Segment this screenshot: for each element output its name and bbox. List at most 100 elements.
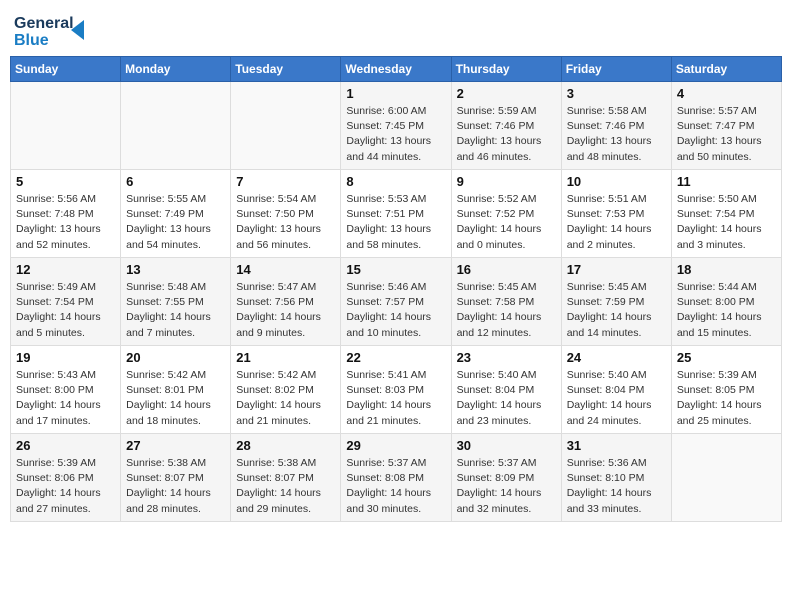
week-row-2: 5Sunrise: 5:56 AM Sunset: 7:48 PM Daylig… <box>11 170 782 258</box>
day-info: Sunrise: 5:38 AM Sunset: 8:07 PM Dayligh… <box>236 456 335 517</box>
calendar-cell: 8Sunrise: 5:53 AM Sunset: 7:51 PM Daylig… <box>341 170 451 258</box>
calendar-cell: 21 Sunrise: 5:42 AM Sunset: 8:02 PM Dayli… <box>231 346 341 434</box>
calendar-cell <box>121 82 231 170</box>
day-number: 30 <box>457 438 556 453</box>
logo: GeneralBlue <box>14 10 89 50</box>
calendar-cell: 31 Sunrise: 5:36 AM Sunset: 8:10 PM Dayli… <box>561 434 671 522</box>
day-number: 12 <box>16 262 115 277</box>
calendar-cell: 18 Sunrise: 5:44 AM Sunset: 8:00 PM Dayli… <box>671 258 781 346</box>
days-header-row: SundayMondayTuesdayWednesdayThursdayFrid… <box>11 57 782 82</box>
day-info: Sunrise: 5:56 AM Sunset: 7:48 PM Dayligh… <box>16 192 115 253</box>
day-info: Sunrise: 5:40 AM Sunset: 8:04 PM Dayligh… <box>457 368 556 429</box>
day-info: Sunrise: 5:39 AM Sunset: 8:06 PM Dayligh… <box>16 456 115 517</box>
day-number: 10 <box>567 174 666 189</box>
day-info: Sunrise: 5:42 AM Sunset: 8:02 PM Dayligh… <box>236 368 335 429</box>
day-info: Sunrise: 5:41 AM Sunset: 8:03 PM Dayligh… <box>346 368 445 429</box>
calendar-cell: 6 Sunrise: 5:55 AM Sunset: 7:49 PM Daylig… <box>121 170 231 258</box>
day-number: 31 <box>567 438 666 453</box>
calendar-cell: 19 Sunrise: 5:43 AM Sunset: 8:00 PM Dayli… <box>11 346 121 434</box>
calendar-cell: 11 Sunrise: 5:50 AM Sunset: 7:54 PM Dayli… <box>671 170 781 258</box>
day-info: Sunrise: 5:52 AM Sunset: 7:52 PM Dayligh… <box>457 192 556 253</box>
calendar-cell: 29 Sunrise: 5:37 AM Sunset: 8:08 PM Dayli… <box>341 434 451 522</box>
day-number: 28 <box>236 438 335 453</box>
day-number: 29 <box>346 438 445 453</box>
day-info: Sunrise: 5:44 AM Sunset: 8:00 PM Dayligh… <box>677 280 776 341</box>
day-header-saturday: Saturday <box>671 57 781 82</box>
day-info: Sunrise: 5:45 AM Sunset: 7:59 PM Dayligh… <box>567 280 666 341</box>
calendar-cell: 17 Sunrise: 5:45 AM Sunset: 7:59 PM Dayli… <box>561 258 671 346</box>
day-info: Sunrise: 5:47 AM Sunset: 7:56 PM Dayligh… <box>236 280 335 341</box>
week-row-3: 12 Sunrise: 5:49 AM Sunset: 7:54 PM Dayli… <box>11 258 782 346</box>
calendar-cell: 2Sunrise: 5:59 AM Sunset: 7:46 PM Daylig… <box>451 82 561 170</box>
day-number: 21 <box>236 350 335 365</box>
day-number: 19 <box>16 350 115 365</box>
calendar-cell: 10 Sunrise: 5:51 AM Sunset: 7:53 PM Dayli… <box>561 170 671 258</box>
calendar-cell: 16 Sunrise: 5:45 AM Sunset: 7:58 PM Dayli… <box>451 258 561 346</box>
calendar-cell: 14 Sunrise: 5:47 AM Sunset: 7:56 PM Dayli… <box>231 258 341 346</box>
calendar-cell: 26Sunrise: 5:39 AM Sunset: 8:06 PM Dayli… <box>11 434 121 522</box>
calendar-cell: 15Sunrise: 5:46 AM Sunset: 7:57 PM Dayli… <box>341 258 451 346</box>
day-info: Sunrise: 5:50 AM Sunset: 7:54 PM Dayligh… <box>677 192 776 253</box>
day-info: Sunrise: 5:37 AM Sunset: 8:09 PM Dayligh… <box>457 456 556 517</box>
day-header-friday: Friday <box>561 57 671 82</box>
calendar-cell <box>231 82 341 170</box>
day-header-tuesday: Tuesday <box>231 57 341 82</box>
day-number: 1 <box>346 86 445 101</box>
day-info: Sunrise: 5:45 AM Sunset: 7:58 PM Dayligh… <box>457 280 556 341</box>
calendar-cell: 5Sunrise: 5:56 AM Sunset: 7:48 PM Daylig… <box>11 170 121 258</box>
day-info: Sunrise: 5:39 AM Sunset: 8:05 PM Dayligh… <box>677 368 776 429</box>
day-number: 13 <box>126 262 225 277</box>
day-info: Sunrise: 5:54 AM Sunset: 7:50 PM Dayligh… <box>236 192 335 253</box>
day-info: Sunrise: 5:43 AM Sunset: 8:00 PM Dayligh… <box>16 368 115 429</box>
day-number: 20 <box>126 350 225 365</box>
day-number: 25 <box>677 350 776 365</box>
calendar-cell: 7Sunrise: 5:54 AM Sunset: 7:50 PM Daylig… <box>231 170 341 258</box>
day-info: Sunrise: 5:38 AM Sunset: 8:07 PM Dayligh… <box>126 456 225 517</box>
day-number: 17 <box>567 262 666 277</box>
day-number: 16 <box>457 262 556 277</box>
day-info: Sunrise: 5:36 AM Sunset: 8:10 PM Dayligh… <box>567 456 666 517</box>
day-number: 18 <box>677 262 776 277</box>
day-info: Sunrise: 5:58 AM Sunset: 7:46 PM Dayligh… <box>567 104 666 165</box>
calendar-cell: 25 Sunrise: 5:39 AM Sunset: 8:05 PM Dayli… <box>671 346 781 434</box>
day-info: Sunrise: 6:00 AM Sunset: 7:45 PM Dayligh… <box>346 104 445 165</box>
calendar-cell: 27Sunrise: 5:38 AM Sunset: 8:07 PM Dayli… <box>121 434 231 522</box>
week-row-4: 19 Sunrise: 5:43 AM Sunset: 8:00 PM Dayli… <box>11 346 782 434</box>
calendar-cell: 13Sunrise: 5:48 AM Sunset: 7:55 PM Dayli… <box>121 258 231 346</box>
calendar-cell: 12 Sunrise: 5:49 AM Sunset: 7:54 PM Dayli… <box>11 258 121 346</box>
day-info: Sunrise: 5:55 AM Sunset: 7:49 PM Dayligh… <box>126 192 225 253</box>
svg-text:General: General <box>14 15 74 32</box>
day-number: 14 <box>236 262 335 277</box>
day-number: 8 <box>346 174 445 189</box>
calendar-cell: 22 Sunrise: 5:41 AM Sunset: 8:03 PM Dayli… <box>341 346 451 434</box>
week-row-5: 26Sunrise: 5:39 AM Sunset: 8:06 PM Dayli… <box>11 434 782 522</box>
day-number: 24 <box>567 350 666 365</box>
day-header-sunday: Sunday <box>11 57 121 82</box>
day-number: 9 <box>457 174 556 189</box>
page-header: GeneralBlue <box>10 10 782 50</box>
svg-text:Blue: Blue <box>14 32 49 49</box>
calendar-cell: 24 Sunrise: 5:40 AM Sunset: 8:04 PM Dayli… <box>561 346 671 434</box>
calendar-cell <box>671 434 781 522</box>
day-info: Sunrise: 5:42 AM Sunset: 8:01 PM Dayligh… <box>126 368 225 429</box>
day-info: Sunrise: 5:49 AM Sunset: 7:54 PM Dayligh… <box>16 280 115 341</box>
calendar-cell <box>11 82 121 170</box>
calendar-table: SundayMondayTuesdayWednesdayThursdayFrid… <box>10 56 782 522</box>
day-header-monday: Monday <box>121 57 231 82</box>
day-info: Sunrise: 5:51 AM Sunset: 7:53 PM Dayligh… <box>567 192 666 253</box>
day-header-thursday: Thursday <box>451 57 561 82</box>
day-info: Sunrise: 5:40 AM Sunset: 8:04 PM Dayligh… <box>567 368 666 429</box>
day-info: Sunrise: 5:59 AM Sunset: 7:46 PM Dayligh… <box>457 104 556 165</box>
day-number: 3 <box>567 86 666 101</box>
calendar-cell: 28 Sunrise: 5:38 AM Sunset: 8:07 PM Dayli… <box>231 434 341 522</box>
day-header-wednesday: Wednesday <box>341 57 451 82</box>
day-number: 15 <box>346 262 445 277</box>
day-number: 22 <box>346 350 445 365</box>
calendar-cell: 1 Sunrise: 6:00 AM Sunset: 7:45 PM Daylig… <box>341 82 451 170</box>
calendar-cell: 4Sunrise: 5:57 AM Sunset: 7:47 PM Daylig… <box>671 82 781 170</box>
calendar-cell: 23Sunrise: 5:40 AM Sunset: 8:04 PM Dayli… <box>451 346 561 434</box>
day-info: Sunrise: 5:37 AM Sunset: 8:08 PM Dayligh… <box>346 456 445 517</box>
day-number: 11 <box>677 174 776 189</box>
day-number: 6 <box>126 174 225 189</box>
week-row-1: 1 Sunrise: 6:00 AM Sunset: 7:45 PM Daylig… <box>11 82 782 170</box>
